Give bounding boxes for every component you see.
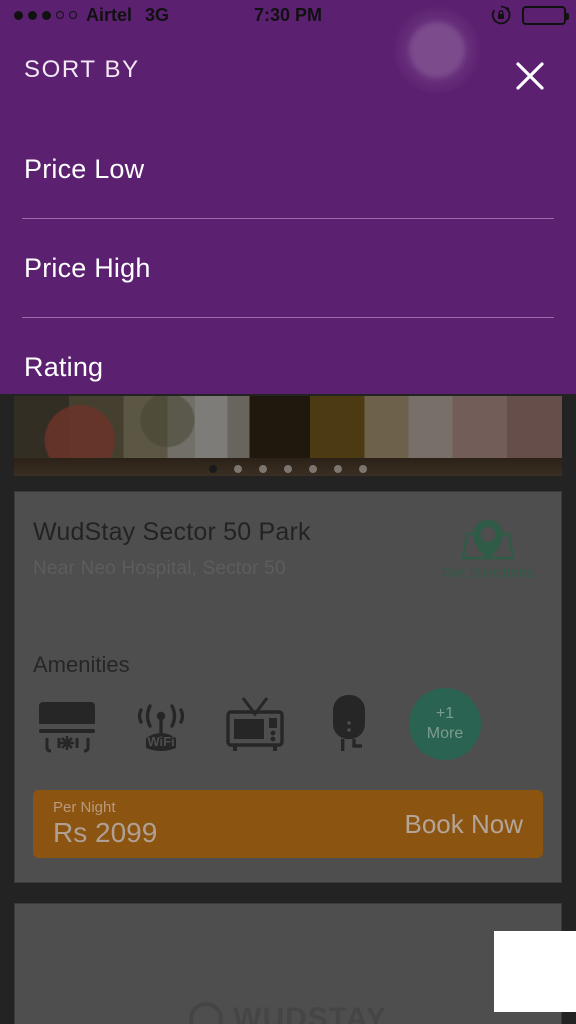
carousel-dot-5[interactable] bbox=[309, 465, 317, 473]
carousel-dot-6[interactable] bbox=[334, 465, 342, 473]
price-block: Per Night Rs 2099 bbox=[53, 799, 157, 849]
more-amenities-badge[interactable]: +1 More bbox=[409, 688, 481, 760]
wudstay-wordmark: WUDSTAY bbox=[233, 1002, 387, 1024]
sort-option-label: Rating bbox=[24, 352, 104, 382]
sort-option-label: Price High bbox=[24, 253, 151, 283]
rotation-lock-icon bbox=[491, 5, 511, 25]
sort-option-price-low[interactable]: Price Low bbox=[0, 120, 576, 219]
amenities-row: WiFi +1 More bbox=[33, 688, 543, 760]
amenity-ac bbox=[33, 692, 101, 756]
air-conditioner-icon bbox=[39, 702, 95, 753]
booking-bar[interactable]: Per Night Rs 2099 Book Now bbox=[33, 790, 543, 858]
amenity-tv bbox=[221, 692, 289, 756]
carousel-dot-3[interactable] bbox=[259, 465, 267, 473]
sort-option-rating[interactable]: Rating bbox=[0, 318, 576, 417]
amenities-title: Amenities bbox=[33, 652, 130, 677]
close-sort-sheet-button[interactable] bbox=[510, 56, 550, 96]
amenity-geyser bbox=[315, 692, 383, 756]
geyser-icon bbox=[333, 695, 365, 751]
sort-by-title: SORT BY bbox=[24, 56, 140, 83]
hotel-card-2[interactable]: WUDSTAY bbox=[14, 903, 562, 1024]
get-directions-button[interactable]: Get Directions bbox=[433, 518, 543, 580]
status-bar: Airtel 3G 7:30 PM bbox=[0, 0, 576, 30]
wifi-icon: WiFi bbox=[137, 704, 185, 751]
carousel-dot-4[interactable] bbox=[284, 465, 292, 473]
sort-option-label: Price Low bbox=[24, 154, 145, 184]
amenity-wifi: WiFi bbox=[127, 692, 195, 756]
battery-icon bbox=[522, 5, 569, 25]
carousel-dot-7[interactable] bbox=[359, 465, 367, 473]
carousel-dots[interactable] bbox=[14, 465, 562, 473]
get-directions-label: Get Directions bbox=[442, 564, 534, 580]
sort-sheet-header: SORT BY bbox=[0, 30, 576, 120]
sort-by-sheet: Airtel 3G 7:30 PM SORT BY Price Low Pric… bbox=[0, 0, 576, 394]
more-label: More bbox=[426, 725, 464, 742]
carousel-dot-2[interactable] bbox=[234, 465, 242, 473]
book-now-button[interactable]: Book Now bbox=[405, 809, 524, 840]
more-count: +1 bbox=[435, 705, 455, 722]
map-pin-icon bbox=[461, 520, 515, 560]
svg-text:WiFi: WiFi bbox=[147, 734, 174, 749]
phone-screen: Hotels WudStay Sector 50 Park Near Neo H… bbox=[0, 0, 576, 1024]
hotel-name: WudStay Sector 50 Park bbox=[33, 518, 311, 546]
status-bar-right bbox=[490, 4, 569, 26]
close-icon bbox=[516, 62, 544, 90]
sort-option-price-high[interactable]: Price High bbox=[0, 219, 576, 318]
white-overlay-box bbox=[494, 931, 576, 1012]
wudstay-logo-icon bbox=[189, 1002, 224, 1024]
television-icon bbox=[226, 697, 284, 751]
hotel-address: Near Neo Hospital, Sector 50 bbox=[33, 558, 286, 579]
wudstay-watermark: WUDSTAY bbox=[15, 1002, 561, 1024]
price-value: Rs 2099 bbox=[53, 817, 158, 848]
carousel-dot-1[interactable] bbox=[209, 465, 217, 473]
hotel-card[interactable]: WudStay Sector 50 Park Near Neo Hospital… bbox=[14, 491, 562, 883]
sort-options-list: Price Low Price High Rating bbox=[0, 120, 576, 417]
per-night-label: Per Night bbox=[53, 799, 116, 816]
